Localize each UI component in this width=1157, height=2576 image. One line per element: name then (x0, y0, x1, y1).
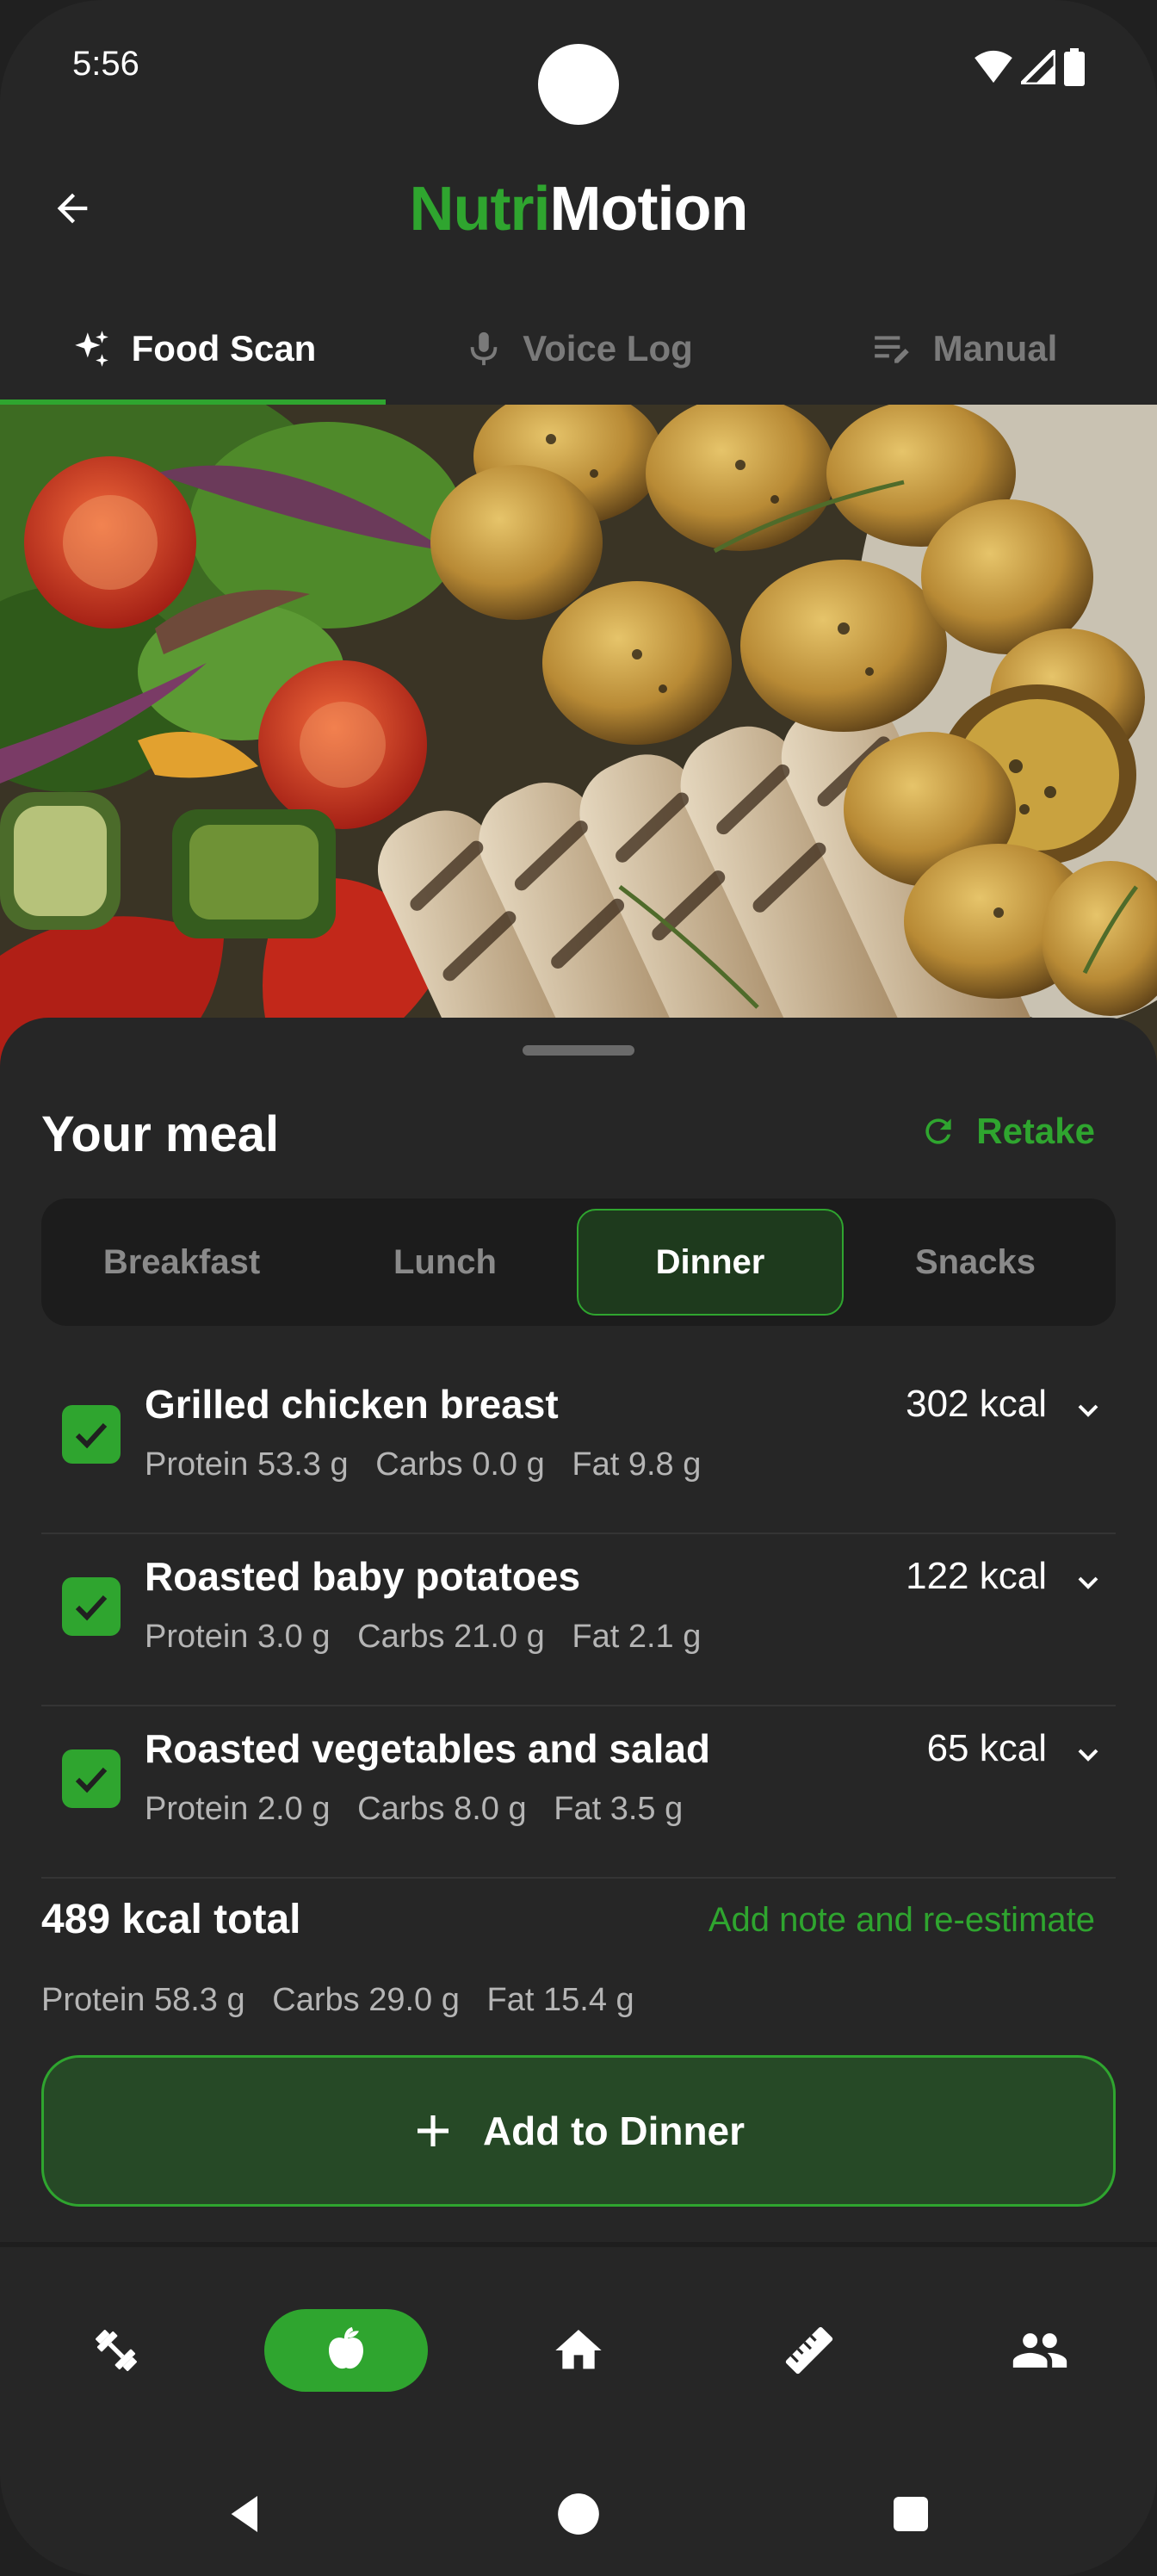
home-icon (555, 2330, 602, 2369)
food-name: Roasted baby potatoes (145, 1554, 581, 1599)
total-kcal: 489 kcal total (41, 1897, 301, 1942)
nav-home[interactable] (497, 2309, 660, 2392)
app-bar: NutriMotion (0, 155, 1157, 258)
food-name: Roasted vegetables and salad (145, 1726, 711, 1771)
meal-type-snacks[interactable]: Snacks (844, 1209, 1107, 1316)
chevron-down-icon (1078, 1404, 1098, 1417)
system-back-button[interactable] (211, 2480, 280, 2548)
meal-type-dinner[interactable]: Dinner (577, 1209, 844, 1316)
wifi-icon (974, 50, 1012, 84)
nav-nutrition[interactable] (264, 2309, 428, 2392)
triangle-back-icon (231, 2496, 257, 2532)
system-navigation (0, 2462, 1157, 2576)
app-title-part2: Motion (549, 175, 749, 244)
food-macros: Protein 2.0 g Carbs 8.0 g Fat 3.5 g (145, 1791, 684, 1827)
edit-list-icon (874, 336, 909, 363)
tab-label: Voice Log (523, 328, 693, 368)
phone-screen: 5:56 NutriMotion Food Scan Voice Log Man… (0, 0, 1157, 2576)
drag-handle[interactable] (523, 1045, 634, 1056)
chevron-down-icon (1078, 1576, 1098, 1589)
food-photo (0, 405, 1157, 1076)
check-icon (75, 1767, 108, 1793)
tab-label: Manual (932, 328, 1058, 368)
total-macros: Protein 58.3 g Carbs 29.0 g Fat 15.4 g (41, 1982, 634, 2018)
system-recents-button[interactable] (876, 2480, 945, 2548)
food-macros: Protein 53.3 g Carbs 0.0 g Fat 9.8 g (145, 1446, 702, 1483)
apple-icon (329, 2326, 363, 2369)
battery-icon (1064, 48, 1085, 86)
status-time: 5:56 (72, 45, 139, 83)
tab-voice-log[interactable]: Voice Log (386, 293, 771, 405)
food-checkbox[interactable] (62, 1405, 121, 1464)
food-item: Roasted vegetables and salad Protein 2.0… (41, 1706, 1116, 1879)
square-recents-icon (894, 2497, 928, 2531)
food-kcal: 122 kcal (906, 1555, 1047, 1597)
bottom-navigation (0, 2242, 1157, 2454)
nav-measurements[interactable] (727, 2309, 891, 2392)
retake-button[interactable]: Retake (919, 1111, 1095, 1152)
meal-type-breakfast[interactable]: Breakfast (50, 1209, 313, 1316)
dumbbell-icon (96, 2330, 137, 2371)
nav-workouts[interactable] (34, 2309, 198, 2392)
expand-button[interactable] (1069, 1391, 1107, 1429)
status-bar: 5:56 (0, 0, 1157, 129)
food-photo-illustration (0, 405, 1157, 1076)
meal-type-selector: Breakfast Lunch Dinner Snacks (41, 1198, 1116, 1326)
people-icon (1012, 2333, 1067, 2368)
tab-manual[interactable]: Manual (771, 293, 1157, 405)
retake-label: Retake (976, 1111, 1095, 1151)
meal-sheet: Your meal Retake Breakfast Lunch Dinner … (0, 1018, 1157, 2240)
expand-button[interactable] (1069, 1736, 1107, 1774)
camera-cutout (538, 44, 619, 125)
system-home-button[interactable] (544, 2480, 613, 2548)
app-title: NutriMotion (0, 174, 1157, 245)
signal-icon (1021, 50, 1055, 84)
food-list: Grilled chicken breast Protein 53.3 g Ca… (41, 1362, 1116, 1879)
food-kcal: 65 kcal (926, 1727, 1047, 1769)
food-item: Roasted baby potatoes Protein 3.0 g Carb… (41, 1534, 1116, 1706)
food-macros: Protein 3.0 g Carbs 21.0 g Fat 2.1 g (145, 1619, 702, 1655)
microphone-icon (470, 331, 498, 366)
chevron-down-icon (1078, 1749, 1098, 1762)
status-icons (974, 48, 1085, 86)
refresh-icon (925, 1118, 951, 1144)
add-note-button[interactable]: Add note and re-estimate (708, 1901, 1095, 1940)
tab-food-scan[interactable]: Food Scan (0, 293, 386, 405)
input-mode-tabs: Food Scan Voice Log Manual (0, 293, 1157, 405)
app-title-part1: Nutri (409, 175, 551, 244)
food-item: Grilled chicken breast Protein 53.3 g Ca… (41, 1362, 1116, 1534)
expand-button[interactable] (1069, 1564, 1107, 1601)
tab-label: Food Scan (131, 328, 317, 368)
sparkle-icon (74, 331, 108, 367)
circle-home-icon (558, 2493, 599, 2535)
nav-community[interactable] (958, 2309, 1122, 2392)
add-to-meal-button[interactable]: Add to Dinner (41, 2055, 1116, 2207)
add-button-label: Add to Dinner (482, 2108, 746, 2153)
meal-type-lunch[interactable]: Lunch (313, 1209, 577, 1316)
check-icon (75, 1422, 108, 1449)
food-kcal: 302 kcal (906, 1383, 1047, 1425)
food-checkbox[interactable] (62, 1577, 121, 1636)
sheet-title: Your meal (41, 1106, 280, 1162)
food-checkbox[interactable] (62, 1749, 121, 1808)
check-icon (75, 1595, 108, 1621)
ruler-icon (785, 2326, 833, 2375)
plus-icon (417, 2115, 449, 2146)
food-name: Grilled chicken breast (145, 1382, 559, 1427)
